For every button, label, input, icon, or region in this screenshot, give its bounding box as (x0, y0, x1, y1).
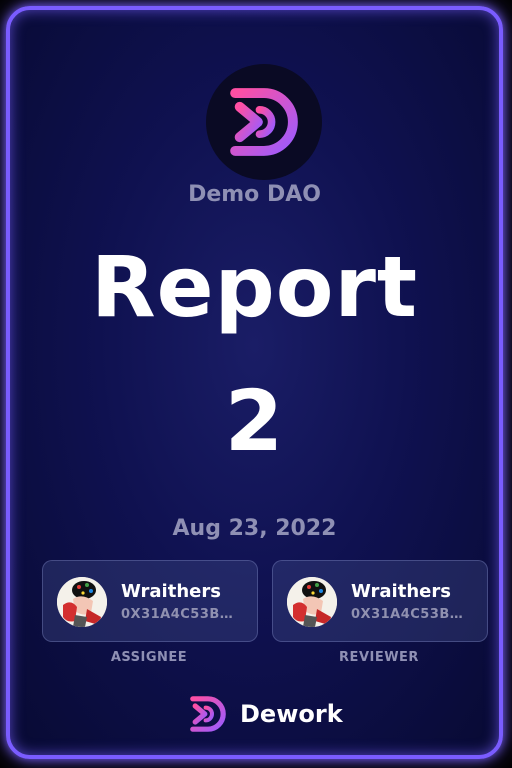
brand-name: Dework (240, 700, 343, 728)
reviewer-label: REVIEWER (339, 650, 419, 665)
dework-logo-icon (190, 696, 226, 732)
organization-logo (206, 64, 322, 180)
assignee-card[interactable]: Wraithers 0X31A4C53B… (42, 560, 258, 642)
task-card: Demo DAO Report 2 Aug 23, 2022 Wraithers… (6, 6, 503, 759)
dework-logo-icon (230, 88, 298, 156)
dework-brand[interactable]: Dework (188, 694, 343, 734)
reviewer-avatar (287, 577, 337, 627)
task-title-line-2: 2 (224, 372, 285, 470)
task-title-line-1: Report (90, 238, 419, 336)
task-date: Aug 23, 2022 (172, 516, 337, 541)
assignee-address: 0X31A4C53B… (121, 607, 234, 622)
reviewer-address: 0X31A4C53B… (351, 607, 464, 622)
reviewer-name: Wraithers (351, 581, 451, 602)
assignee-label: ASSIGNEE (110, 650, 188, 665)
assignee-avatar (57, 577, 107, 627)
assignee-name: Wraithers (121, 581, 221, 602)
reviewer-card[interactable]: Wraithers 0X31A4C53B… (272, 560, 488, 642)
organization-name[interactable]: Demo DAO (10, 182, 499, 207)
avatar-image (287, 577, 337, 627)
avatar-image (57, 577, 107, 627)
